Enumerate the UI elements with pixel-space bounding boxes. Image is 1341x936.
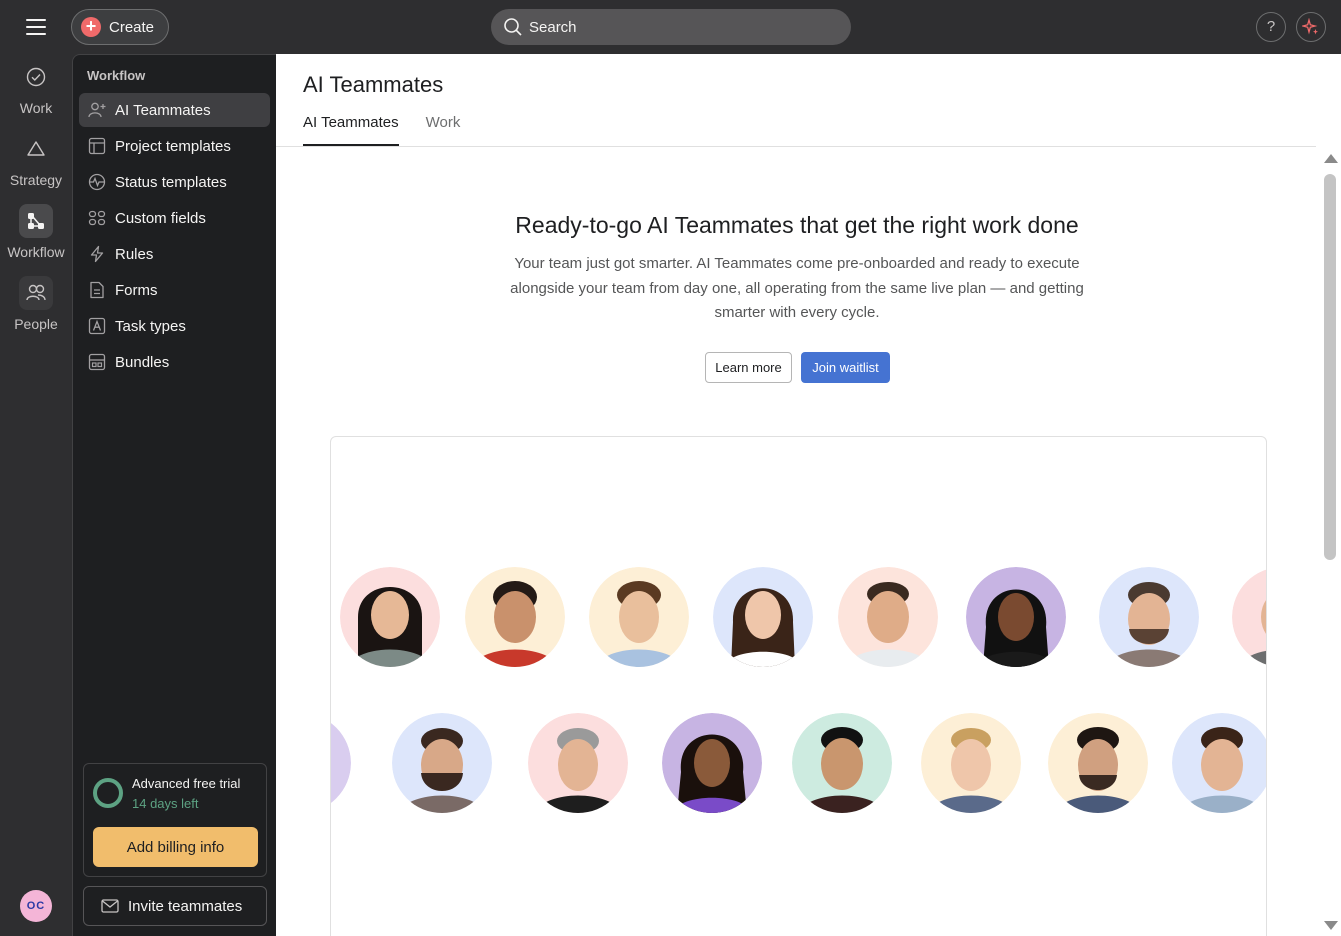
- sidebar-item-status-templates[interactable]: Status templates: [79, 165, 270, 199]
- sidebar-item-label: Bundles: [115, 353, 170, 371]
- teammate-avatar: [528, 713, 628, 813]
- add-billing-info-button[interactable]: Add billing info: [93, 827, 258, 867]
- scrollbar-thumb[interactable]: [1324, 174, 1336, 560]
- tabs-divider: [276, 146, 1316, 147]
- user-avatar[interactable]: OC: [20, 890, 52, 922]
- join-waitlist-button[interactable]: Join waitlist: [801, 352, 890, 383]
- learn-more-button[interactable]: Learn more: [705, 352, 792, 383]
- sidebar-item-task-types[interactable]: Task types: [79, 309, 270, 343]
- bundle-icon: [87, 352, 107, 372]
- teammate-avatar: [465, 567, 565, 667]
- teammate-avatar: [1099, 567, 1199, 667]
- rail-label: Strategy: [9, 172, 63, 188]
- sidebar-item-custom-fields[interactable]: Custom fields: [79, 201, 270, 235]
- sidebar-item-forms[interactable]: Forms: [79, 273, 270, 307]
- sidebar-item-label: Rules: [115, 245, 154, 263]
- sidebar-item-bundles[interactable]: Bundles: [79, 345, 270, 379]
- search-icon: [504, 18, 522, 36]
- teammate-avatar: [1048, 713, 1148, 813]
- rail-label: People: [14, 316, 58, 332]
- teammate-avatar: [589, 567, 689, 667]
- sidebar-item-label: Task types: [115, 317, 186, 335]
- teammate-avatar: [966, 567, 1066, 667]
- sidebar-item-label: AI Teammates: [115, 101, 211, 119]
- top-bar: + Create Search ?: [0, 0, 1341, 54]
- hamburger-menu-icon[interactable]: [22, 14, 50, 40]
- main-content: AI Teammates AI Teammates Work Ready-to-…: [276, 54, 1341, 936]
- hero-description: Your team just got smarter. AI Teammates…: [510, 255, 1084, 321]
- ai-sparkle-button[interactable]: [1296, 12, 1326, 42]
- sidebar-item-project-templates[interactable]: Project templates: [79, 129, 270, 163]
- teammate-avatar: [921, 713, 1021, 813]
- teammate-portraits: [331, 567, 1266, 813]
- sidebar-heading: Workflow: [87, 68, 146, 83]
- help-button[interactable]: ?: [1256, 12, 1286, 42]
- workflow-icon: [19, 204, 53, 238]
- rail-item-work[interactable]: Work: [0, 60, 72, 122]
- form-icon: [87, 280, 107, 300]
- trial-progress-ring-icon: [93, 778, 123, 808]
- teammate-avatar: [392, 713, 492, 813]
- rail-item-people[interactable]: People: [0, 276, 72, 338]
- envelope-icon: [101, 899, 119, 913]
- tab-work[interactable]: Work: [426, 114, 461, 146]
- workflow-sidebar: Workflow AI Teammates Project templates …: [72, 54, 276, 936]
- scroll-down-arrow-icon[interactable]: [1324, 921, 1338, 930]
- rail-label: Work: [19, 100, 53, 116]
- teammate-avatar: [1232, 567, 1266, 667]
- teammate-avatar: [662, 713, 762, 813]
- page-title: AI Teammates: [303, 72, 444, 97]
- plus-icon: +: [81, 17, 101, 37]
- sidebar-item-rules[interactable]: Rules: [79, 237, 270, 271]
- teammates-showcase-card: [330, 436, 1267, 936]
- trial-title: Advanced free trial: [132, 776, 241, 791]
- rail-label: Workflow: [7, 244, 65, 260]
- status-pulse-icon: [87, 172, 107, 192]
- lightning-icon: [87, 244, 107, 264]
- sidebar-item-ai-teammates[interactable]: AI Teammates: [79, 93, 270, 127]
- sidebar-item-label: Forms: [115, 281, 158, 299]
- teammate-avatar: [792, 713, 892, 813]
- teammate-avatar: [838, 567, 938, 667]
- custom-fields-icon: [87, 208, 107, 228]
- scroll-up-arrow-icon[interactable]: [1324, 154, 1338, 163]
- search-placeholder: Search: [529, 18, 577, 36]
- check-circle-icon: [19, 60, 53, 94]
- trial-card: Advanced free trial 14 days left Add bil…: [83, 763, 267, 877]
- template-icon: [87, 136, 107, 156]
- teammate-avatar: [1172, 713, 1266, 813]
- sidebar-item-label: Custom fields: [115, 209, 206, 227]
- invite-label: Invite teammates: [128, 897, 243, 915]
- teammate-avatar: [340, 567, 440, 667]
- people-icon: [19, 276, 53, 310]
- hero-title: Ready-to-go AI Teammates that get the ri…: [515, 212, 1079, 238]
- rail-item-strategy[interactable]: Strategy: [0, 132, 72, 194]
- teammate-avatar: [331, 713, 351, 813]
- trial-days-left: 14 days left: [132, 796, 199, 811]
- person-plus-icon: [87, 100, 107, 120]
- task-type-icon: [87, 316, 107, 336]
- invite-teammates-button[interactable]: Invite teammates: [83, 886, 267, 926]
- sidebar-item-label: Status templates: [115, 173, 227, 191]
- create-label: Create: [109, 18, 155, 36]
- sparkle-icon: [1302, 18, 1318, 35]
- sidebar-item-label: Project templates: [115, 137, 231, 155]
- create-button[interactable]: + Create: [71, 9, 169, 45]
- rail-item-workflow[interactable]: Workflow: [0, 204, 72, 266]
- left-rail: Work Strategy Workflow People OC: [0, 54, 72, 936]
- tab-ai-teammates[interactable]: AI Teammates: [303, 114, 399, 146]
- triangle-icon: [19, 132, 53, 166]
- search-input[interactable]: Search: [491, 9, 851, 45]
- tab-bar: AI Teammates Work: [303, 114, 487, 146]
- teammate-avatar: [713, 567, 813, 667]
